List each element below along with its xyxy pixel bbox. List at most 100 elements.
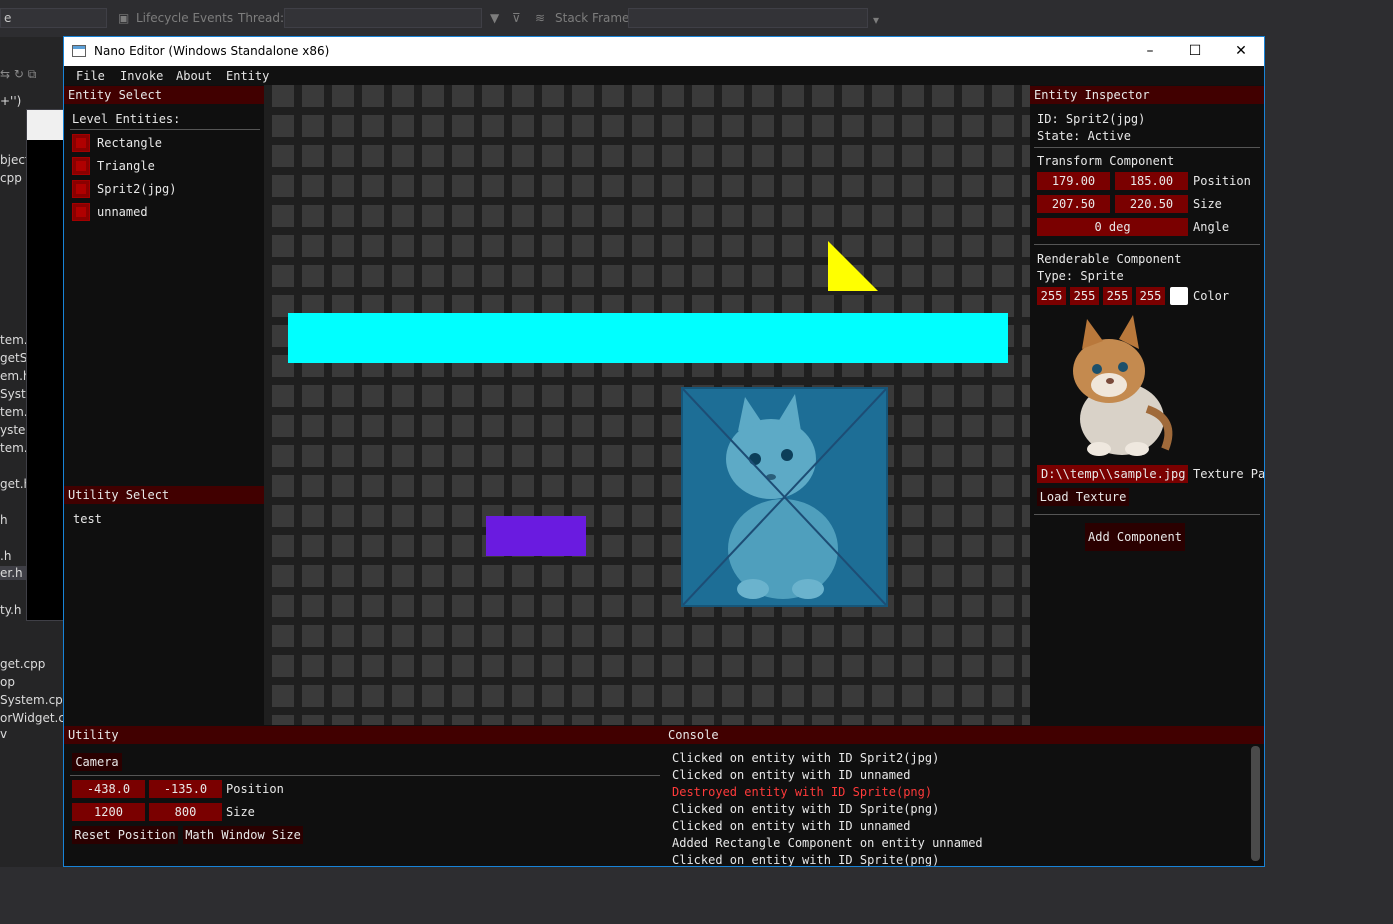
utility-header: Utility bbox=[64, 726, 664, 744]
entity-select-header: Entity Select bbox=[64, 86, 264, 104]
match-window-size-button[interactable]: Math Window Size bbox=[183, 826, 303, 844]
console-output[interactable]: Clicked on entity with ID Sprit2(jpg) Cl… bbox=[672, 751, 1242, 866]
entity-inspector-header: Entity Inspector bbox=[1030, 86, 1264, 104]
console-line: Added Rectangle Component on entity unna… bbox=[672, 836, 983, 850]
window-title: Nano Editor (Windows Standalone x86) bbox=[94, 44, 330, 58]
entity-name[interactable]: unnamed bbox=[97, 205, 148, 219]
color-label: Color bbox=[1193, 289, 1230, 303]
entity-id-text: ID: Sprit2(jpg) bbox=[1037, 112, 1146, 126]
rectangle-entity[interactable] bbox=[288, 313, 1008, 363]
lifecycle-icon: ▣ bbox=[118, 11, 130, 25]
utility-item[interactable]: test bbox=[73, 512, 102, 526]
menu-invoke[interactable]: Invoke bbox=[120, 69, 163, 83]
left-panel bbox=[64, 85, 264, 725]
entity-name[interactable]: Sprit2(jpg) bbox=[97, 182, 176, 196]
file-item[interactable]: System.cpp bbox=[0, 693, 70, 707]
console-line: Clicked on entity with ID Sprite(png) bbox=[672, 853, 940, 866]
menu-bar: File Invoke About Entity bbox=[64, 66, 1264, 85]
unnamed-entity[interactable] bbox=[486, 516, 586, 556]
angle-field[interactable]: 0 deg bbox=[1037, 218, 1188, 236]
file-item[interactable]: .h bbox=[0, 549, 11, 563]
file-item[interactable]: orWidget.cp bbox=[0, 711, 73, 725]
renderable-component-title: Renderable Component bbox=[1037, 252, 1182, 266]
size-label: Size bbox=[1193, 197, 1222, 211]
color-b-field[interactable]: 255 bbox=[1103, 287, 1132, 305]
reset-position-button[interactable]: Reset Position bbox=[72, 826, 178, 844]
camera-position-label: Position bbox=[226, 782, 284, 796]
console-header: Console bbox=[664, 726, 1264, 744]
position-label: Position bbox=[1193, 174, 1251, 188]
load-texture-button[interactable]: Load Texture bbox=[1037, 488, 1129, 506]
menu-about[interactable]: About bbox=[176, 69, 212, 83]
sprite-entity-selected[interactable] bbox=[681, 387, 888, 607]
console-line: Clicked on entity with ID unnamed bbox=[672, 768, 911, 782]
file-item[interactable]: +'') bbox=[0, 94, 21, 108]
overflow-icon[interactable]: ▾ bbox=[873, 14, 885, 26]
size-w-field[interactable]: 207.50 bbox=[1037, 195, 1110, 213]
window-titlebar[interactable]: Nano Editor (Windows Standalone x86) – ☐… bbox=[64, 37, 1264, 66]
entity-name[interactable]: Triangle bbox=[97, 159, 155, 173]
filter-clear-icon[interactable]: ⊽ bbox=[512, 12, 524, 24]
file-item[interactable]: v bbox=[0, 727, 7, 741]
stack-frame-label: Stack Frame: bbox=[555, 11, 634, 25]
entity-select-checkbox[interactable] bbox=[72, 180, 90, 198]
lifecycle-events-button[interactable]: Lifecycle Events bbox=[136, 11, 233, 25]
add-component-button[interactable]: Add Component bbox=[1085, 523, 1185, 551]
console-window-behind[interactable] bbox=[26, 109, 66, 621]
minimize-button[interactable]: – bbox=[1127, 37, 1173, 66]
transform-component-title: Transform Component bbox=[1037, 154, 1175, 168]
file-item[interactable]: op bbox=[0, 675, 15, 689]
file-item[interactable]: ty.h bbox=[0, 603, 22, 617]
console-line: Destroyed entity with ID Sprite(png) bbox=[672, 785, 933, 799]
ide-bottom-area bbox=[0, 867, 1393, 924]
entity-select-checkbox[interactable] bbox=[72, 157, 90, 175]
close-button[interactable]: ✕ bbox=[1218, 37, 1264, 66]
app-icon bbox=[72, 45, 86, 57]
camera-size-w-field[interactable]: 1200 bbox=[72, 803, 145, 821]
console-line: Clicked on entity with ID Sprite(png) bbox=[672, 802, 940, 816]
texture-preview bbox=[1037, 309, 1187, 459]
utility-select-header: Utility Select bbox=[64, 486, 264, 504]
thread-label: Thread: bbox=[238, 11, 285, 25]
color-g-field[interactable]: 255 bbox=[1070, 287, 1099, 305]
file-item[interactable]: cpp bbox=[0, 171, 22, 185]
camera-size-h-field[interactable]: 800 bbox=[149, 803, 222, 821]
thread-dropdown[interactable] bbox=[284, 8, 482, 28]
render-type-text: Type: Sprite bbox=[1037, 269, 1124, 283]
nano-editor-window: Nano Editor (Windows Standalone x86) – ☐… bbox=[63, 36, 1265, 867]
texture-path-field[interactable]: D:\\temp\\sample.jpg bbox=[1037, 465, 1188, 483]
camera-position-y-field[interactable]: -135.0 bbox=[149, 780, 222, 798]
texture-path-label: Texture Pa bbox=[1193, 467, 1265, 481]
camera-position-x-field[interactable]: -438.0 bbox=[72, 780, 145, 798]
refresh-icon[interactable]: ⇆ ↻ ⧉ bbox=[0, 67, 36, 82]
level-entities-label: Level Entities: bbox=[72, 112, 181, 126]
maximize-button[interactable]: ☐ bbox=[1172, 37, 1218, 66]
ide-toolbar: e ▣ Lifecycle Events Thread: ▼ ⊽ ≋ Stack… bbox=[0, 0, 1393, 37]
entity-name[interactable]: Rectangle bbox=[97, 136, 162, 150]
camera-size-label: Size bbox=[226, 805, 255, 819]
console-scrollbar[interactable] bbox=[1251, 746, 1260, 861]
size-h-field[interactable]: 220.50 bbox=[1115, 195, 1188, 213]
scene-viewport[interactable] bbox=[264, 85, 1030, 725]
file-item[interactable]: h bbox=[0, 513, 8, 527]
position-y-field[interactable]: 185.00 bbox=[1115, 172, 1188, 190]
stack-frame-dropdown[interactable] bbox=[628, 8, 868, 28]
color-swatch[interactable] bbox=[1170, 287, 1188, 305]
angle-label: Angle bbox=[1193, 220, 1230, 234]
color-a-field[interactable]: 255 bbox=[1136, 287, 1165, 305]
menu-entity[interactable]: Entity bbox=[226, 69, 269, 83]
color-r-field[interactable]: 255 bbox=[1037, 287, 1066, 305]
filter-icon[interactable]: ▼ bbox=[490, 12, 502, 24]
file-item[interactable]: get.cpp bbox=[0, 657, 45, 671]
flag-threads-icon[interactable]: ≋ bbox=[535, 12, 547, 24]
file-item-selected[interactable]: er.h bbox=[0, 566, 26, 580]
entity-select-checkbox[interactable] bbox=[72, 203, 90, 221]
entity-state-text: State: Active bbox=[1037, 129, 1131, 143]
menu-file[interactable]: File bbox=[76, 69, 105, 83]
config-dropdown[interactable]: e bbox=[0, 8, 107, 28]
entity-select-checkbox[interactable] bbox=[72, 134, 90, 152]
console-line: Clicked on entity with ID unnamed bbox=[672, 819, 911, 833]
position-x-field[interactable]: 179.00 bbox=[1037, 172, 1110, 190]
triangle-entity[interactable] bbox=[828, 241, 878, 291]
camera-tab[interactable]: Camera bbox=[72, 753, 122, 771]
